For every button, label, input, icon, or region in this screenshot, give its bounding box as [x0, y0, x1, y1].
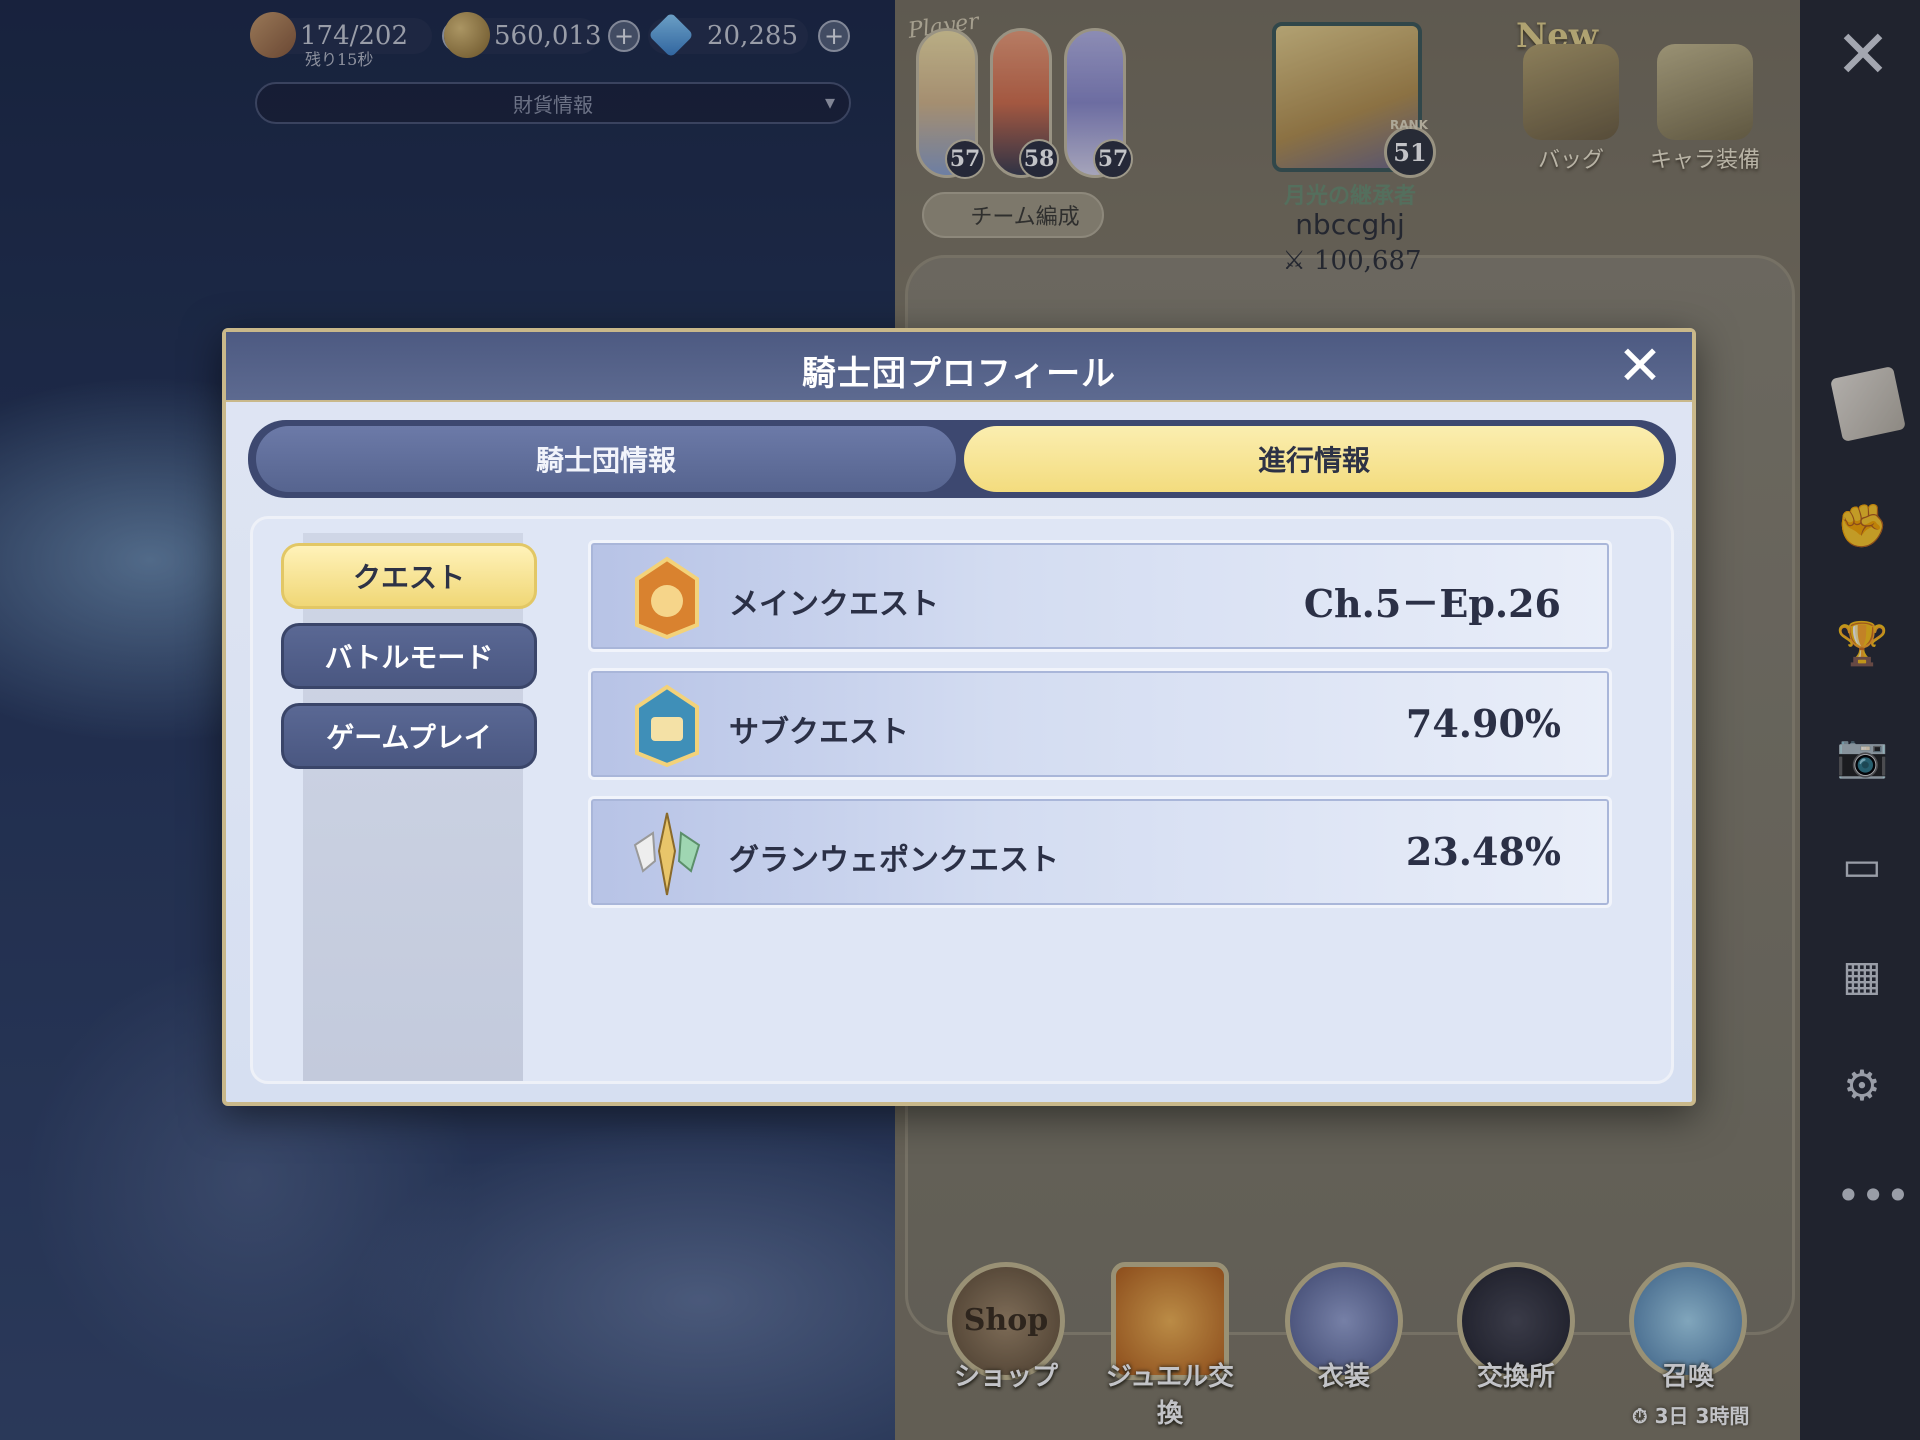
category-strip	[303, 533, 523, 1081]
list-item-grand-weapon-quest: グランウェポンクエスト 23.48%	[588, 796, 1612, 908]
list-item-sub-quest: サブクエスト 74.90%	[588, 668, 1612, 780]
list-item-main-quest: メインクエスト Ch.5－Ep.26	[588, 540, 1612, 652]
category-gameplay[interactable]: ゲームプレイ	[281, 703, 537, 769]
main-quest-crest-icon	[635, 556, 699, 640]
row-label: メインクエスト	[729, 587, 939, 622]
tab-knight-info[interactable]: 騎士団情報	[256, 426, 956, 492]
row-value: 74.90%	[1405, 701, 1561, 746]
sub-quest-crest-icon	[635, 684, 699, 768]
grand-weapon-crest-icon	[633, 812, 701, 896]
tab-progress-info[interactable]: 進行情報	[964, 426, 1664, 492]
category-quest[interactable]: クエスト	[281, 543, 537, 609]
modal-header: 騎士団プロフィール ✕	[226, 332, 1692, 402]
row-label: サブクエスト	[729, 715, 909, 750]
tab-bar: 騎士団情報 進行情報	[248, 420, 1676, 498]
knight-profile-modal: 騎士団プロフィール ✕ 騎士団情報 進行情報 クエスト バトルモード ゲームプレ…	[222, 328, 1696, 1106]
row-value: Ch.5－Ep.26	[1303, 581, 1561, 626]
modal-title: 騎士団プロフィール	[801, 354, 1117, 394]
row-value: 23.48%	[1405, 829, 1561, 874]
modal-close-button[interactable]: ✕	[1612, 338, 1668, 394]
row-label: グランウェポンクエスト	[729, 843, 1059, 878]
category-battle-mode[interactable]: バトルモード	[281, 623, 537, 689]
